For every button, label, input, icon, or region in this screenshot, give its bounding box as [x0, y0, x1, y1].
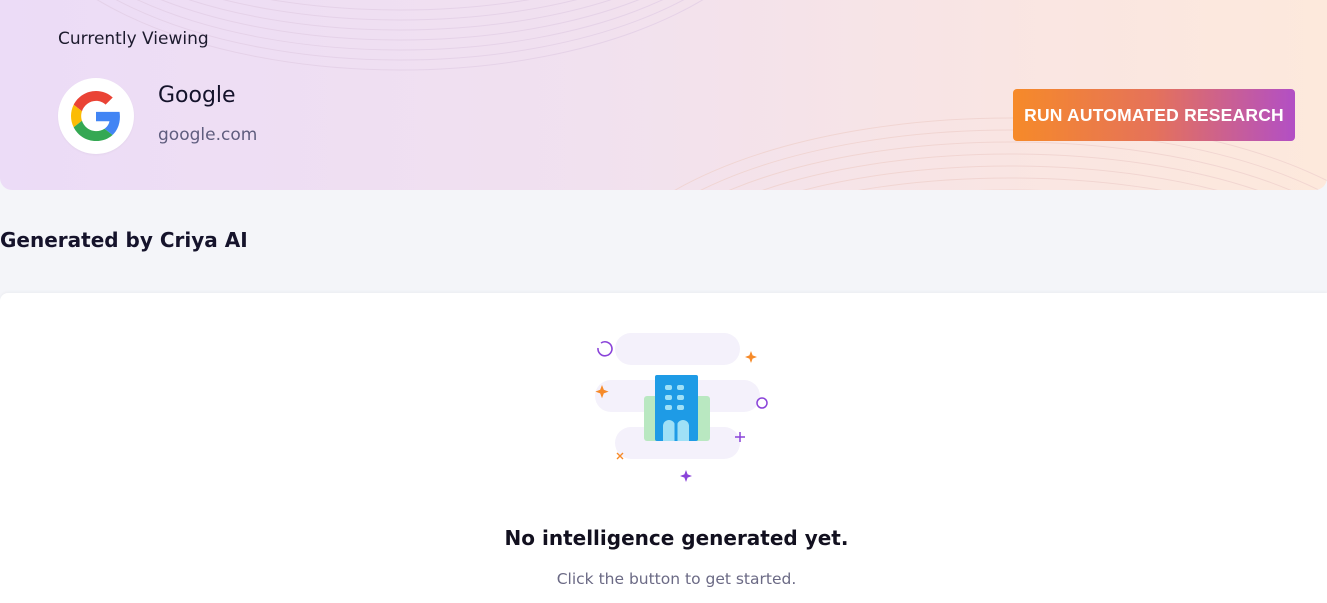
refresh-sparkle-icon — [597, 340, 613, 357]
sparkle-icon — [680, 470, 692, 482]
circle-sparkle-icon — [756, 397, 768, 409]
sparkle-icon — [745, 351, 757, 363]
run-automated-research-button[interactable]: RUN AUTOMATED RESEARCH — [1013, 89, 1295, 141]
currently-viewing-label: Currently Viewing — [58, 29, 209, 49]
google-logo-icon — [71, 91, 120, 141]
section-title: Generated by Criya AI — [0, 228, 248, 252]
company-name: Google — [158, 83, 236, 108]
empty-state-illustration — [595, 333, 768, 482]
company-domain: google.com — [158, 125, 258, 145]
company-header: Currently Viewing Google google.com RUN … — [0, 0, 1327, 190]
empty-state-subtitle: Click the button to get started. — [556, 570, 797, 588]
company-logo — [58, 78, 134, 154]
empty-state-title: No intelligence generated yet. — [504, 526, 849, 550]
cloud-shape — [615, 333, 740, 365]
